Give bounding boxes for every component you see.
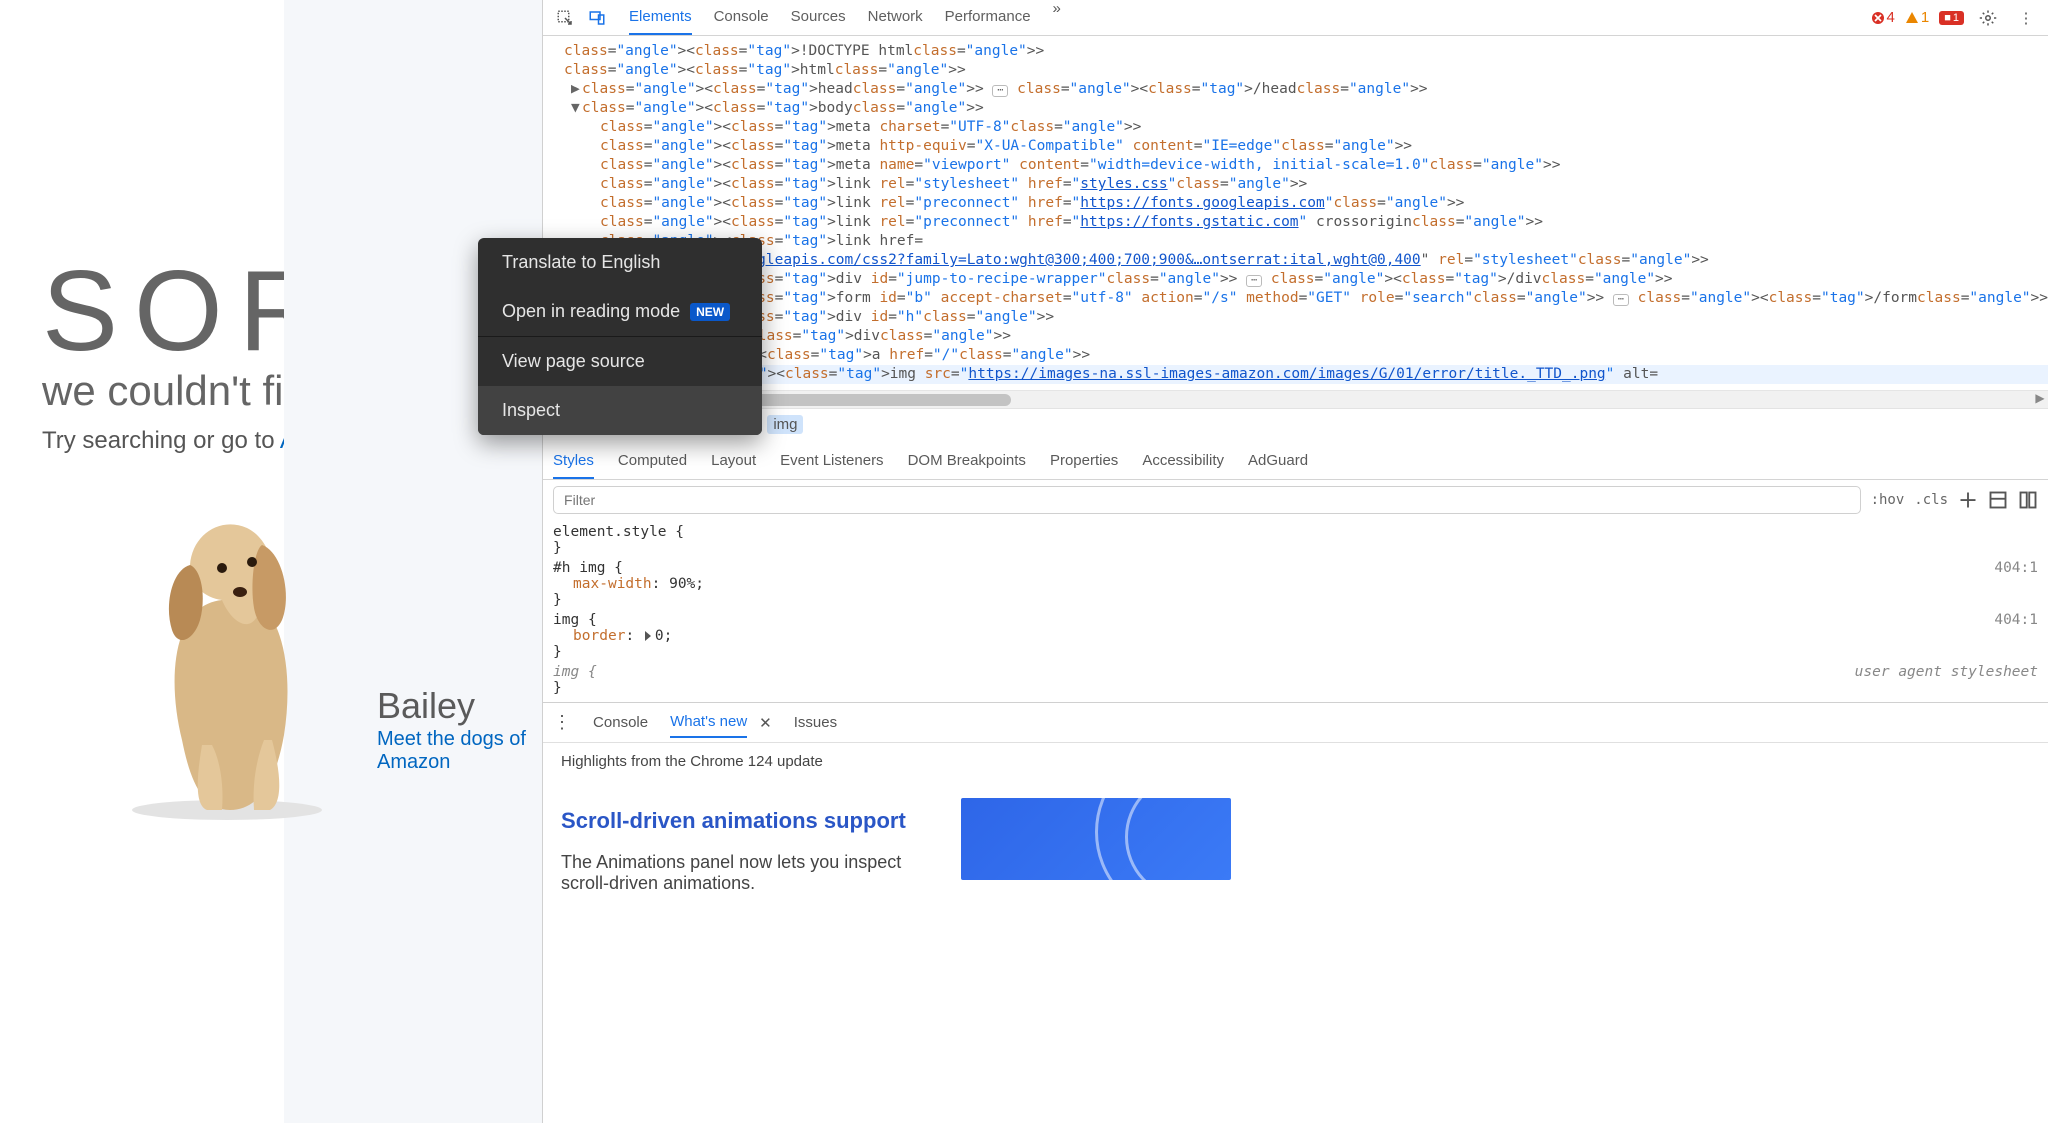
inspect-icon[interactable] xyxy=(551,4,579,32)
tab-performance[interactable]: Performance xyxy=(945,0,1031,35)
dogs-of-amazon-link[interactable]: Meet the dogs of Amazon xyxy=(377,728,542,774)
ctx-label: View page source xyxy=(502,351,645,372)
dom-line[interactable]: class="angle"><class="tag">link rel="sty… xyxy=(553,175,2048,194)
error-page: SORRY we couldn't find that page Try sea… xyxy=(0,0,542,1123)
scroll-right-icon[interactable]: ▶ xyxy=(2032,391,2048,405)
styles-pane[interactable]: element.style {} 404:1#h img {max-width: … xyxy=(543,520,2048,702)
dom-line[interactable]: ▼class="angle"><class="tag">a href="/"cl… xyxy=(553,346,2048,365)
ctx-label: Inspect xyxy=(502,400,560,421)
dom-line[interactable]: class="angle"><class="tag">meta http-equ… xyxy=(553,137,2048,156)
styles-filter-row: :hov .cls xyxy=(543,480,2048,520)
layout-toggle-icon[interactable] xyxy=(2018,490,2038,510)
dom-line[interactable]: class="angle"><class="tag">!DOCTYPE html… xyxy=(553,42,2048,61)
ctx-label: Open in reading mode xyxy=(502,301,680,322)
new-style-icon[interactable] xyxy=(1958,490,1978,510)
close-icon[interactable]: ✕ xyxy=(759,714,772,732)
dom-line[interactable]: class="angle"><class="tag">htmlclass="an… xyxy=(553,61,2048,80)
breadcrumb-item[interactable]: img xyxy=(767,415,803,434)
hov-toggle[interactable]: :hov xyxy=(1871,492,1905,508)
ctx-translate[interactable]: Translate to English xyxy=(478,238,762,287)
tab-sources[interactable]: Sources xyxy=(791,0,846,35)
drawer-menu-icon[interactable]: ⋮ xyxy=(553,712,571,733)
toolbar-right: 4 1 ■ 1 ⋮ xyxy=(1871,4,2040,32)
new-badge: NEW xyxy=(690,303,730,321)
href-link[interactable]: https://fonts.gstatic.com xyxy=(1080,214,1298,230)
dom-line[interactable]: ▼class="angle"><class="tag">bodyclass="a… xyxy=(553,99,2048,118)
dom-line[interactable]: ▶class="angle"><class="tag">headclass="a… xyxy=(553,80,2048,99)
css-rule[interactable]: 404:1img {border: 0;} xyxy=(553,612,2038,660)
css-rule[interactable]: 404:1#h img {max-width: 90%;} xyxy=(553,560,2038,608)
subtab-accessibility[interactable]: Accessibility xyxy=(1142,446,1224,479)
dog-name: Bailey xyxy=(377,685,475,727)
href-link[interactable]: styles.css xyxy=(1080,176,1167,192)
css-rule[interactable]: element.style {} xyxy=(553,524,2038,556)
cls-toggle[interactable]: .cls xyxy=(1914,492,1948,508)
dom-line[interactable]: ▶class="angle"><class="tag">div id="jump… xyxy=(553,270,2048,289)
drawer-tab-whatsnew[interactable]: What's new xyxy=(670,707,747,738)
dom-line[interactable]: "https://fonts.googleapis.com/css2?famil… xyxy=(553,251,2048,270)
drawer-tab-issues[interactable]: Issues xyxy=(794,708,837,737)
dom-line[interactable]: class="angle"><class="tag">meta name="vi… xyxy=(553,156,2048,175)
drawer-article-text: The Animations panel now lets you inspec… xyxy=(561,852,941,894)
dog-block: Bailey Meet the dogs of Amazon xyxy=(112,510,542,825)
subtab-styles[interactable]: Styles xyxy=(553,446,594,479)
settings-icon[interactable] xyxy=(1974,4,2002,32)
dom-breadcrumb: htmlbodydiv#hdivaimg xyxy=(543,408,2048,440)
issue-count[interactable]: ■ 1 xyxy=(1939,11,1964,25)
ctx-label: Translate to English xyxy=(502,252,660,273)
drawer-highlights: Highlights from the Chrome 124 update xyxy=(561,753,2030,770)
subtab-event-listeners[interactable]: Event Listeners xyxy=(780,446,883,479)
dog-image xyxy=(112,510,342,820)
dom-line[interactable]: class="angle"><class="tag">link rel="pre… xyxy=(553,194,2048,213)
devtools-panel: Elements Console Sources Network Perform… xyxy=(542,0,2048,1123)
ctx-reading-mode[interactable]: Open in reading mode NEW xyxy=(478,287,762,336)
dom-line[interactable]: class="angle"><class="tag">link rel="pre… xyxy=(553,213,2048,232)
dom-line[interactable]: ▶class="angle"><class="tag">form id="b" … xyxy=(553,289,2048,308)
devtools-toolbar: Elements Console Sources Network Perform… xyxy=(543,0,2048,36)
ctx-inspect[interactable]: Inspect xyxy=(478,386,762,435)
error-count[interactable]: 4 xyxy=(1871,9,1895,26)
href-link[interactable]: https://fonts.googleapis.com xyxy=(1080,195,1324,211)
drawer-tab-console[interactable]: Console xyxy=(593,708,648,737)
computed-toggle-icon[interactable] xyxy=(1988,490,2008,510)
drawer-body: Highlights from the Chrome 124 update Sc… xyxy=(543,743,2048,904)
styles-subtabs: Styles Computed Layout Event Listeners DOM B… xyxy=(543,440,2048,480)
subtab-dom-breakpoints[interactable]: DOM Breakpoints xyxy=(908,446,1026,479)
dom-line[interactable]: class="angle"><class="tag">img src="http… xyxy=(553,365,2048,384)
tab-network[interactable]: Network xyxy=(868,0,923,35)
subtab-properties[interactable]: Properties xyxy=(1050,446,1118,479)
dom-line[interactable]: class="angle"><class="tag">meta charset=… xyxy=(553,118,2048,137)
drawer-article-title[interactable]: Scroll-driven animations support xyxy=(561,808,941,834)
device-toggle-icon[interactable] xyxy=(583,4,611,32)
horizontal-scrollbar[interactable]: ◀ ▶ xyxy=(543,390,2048,408)
subtab-computed[interactable]: Computed xyxy=(618,446,687,479)
ctx-view-source[interactable]: View page source xyxy=(478,337,762,386)
filter-input[interactable] xyxy=(553,486,1861,514)
dom-line[interactable]: class="angle"><class="tag">link href= xyxy=(553,232,2048,251)
dom-tree[interactable]: class="angle"><class="tag">!DOCTYPE html… xyxy=(543,36,2048,390)
context-menu: Translate to English Open in reading mod… xyxy=(478,238,762,435)
warning-count[interactable]: 1 xyxy=(1905,9,1929,26)
css-rule[interactable]: user agent stylesheetimg {} xyxy=(553,664,2038,696)
drawer-article-thumb xyxy=(961,798,1231,880)
dom-line[interactable]: ▼class="angle"><class="tag">divclass="an… xyxy=(553,327,2048,346)
tabs-more-icon[interactable]: » xyxy=(1053,0,1071,35)
dom-line[interactable]: ▼class="angle"><class="tag">div id="h"cl… xyxy=(553,308,2048,327)
drawer: ⋮ Console What's new ✕ Issues Highlights… xyxy=(543,702,2048,1123)
tab-console[interactable]: Console xyxy=(714,0,769,35)
kebab-icon[interactable]: ⋮ xyxy=(2012,4,2040,32)
drawer-tabs: ⋮ Console What's new ✕ Issues xyxy=(543,703,2048,743)
try-prefix: Try searching or go to xyxy=(42,427,280,454)
subtab-adguard[interactable]: AdGuard xyxy=(1248,446,1308,479)
subtab-layout[interactable]: Layout xyxy=(711,446,756,479)
href-link[interactable]: https://images-na.ssl-images-amazon.com/… xyxy=(968,366,1605,382)
devtools-tabs: Elements Console Sources Network Perform… xyxy=(629,0,1866,35)
tab-elements[interactable]: Elements xyxy=(629,0,692,35)
